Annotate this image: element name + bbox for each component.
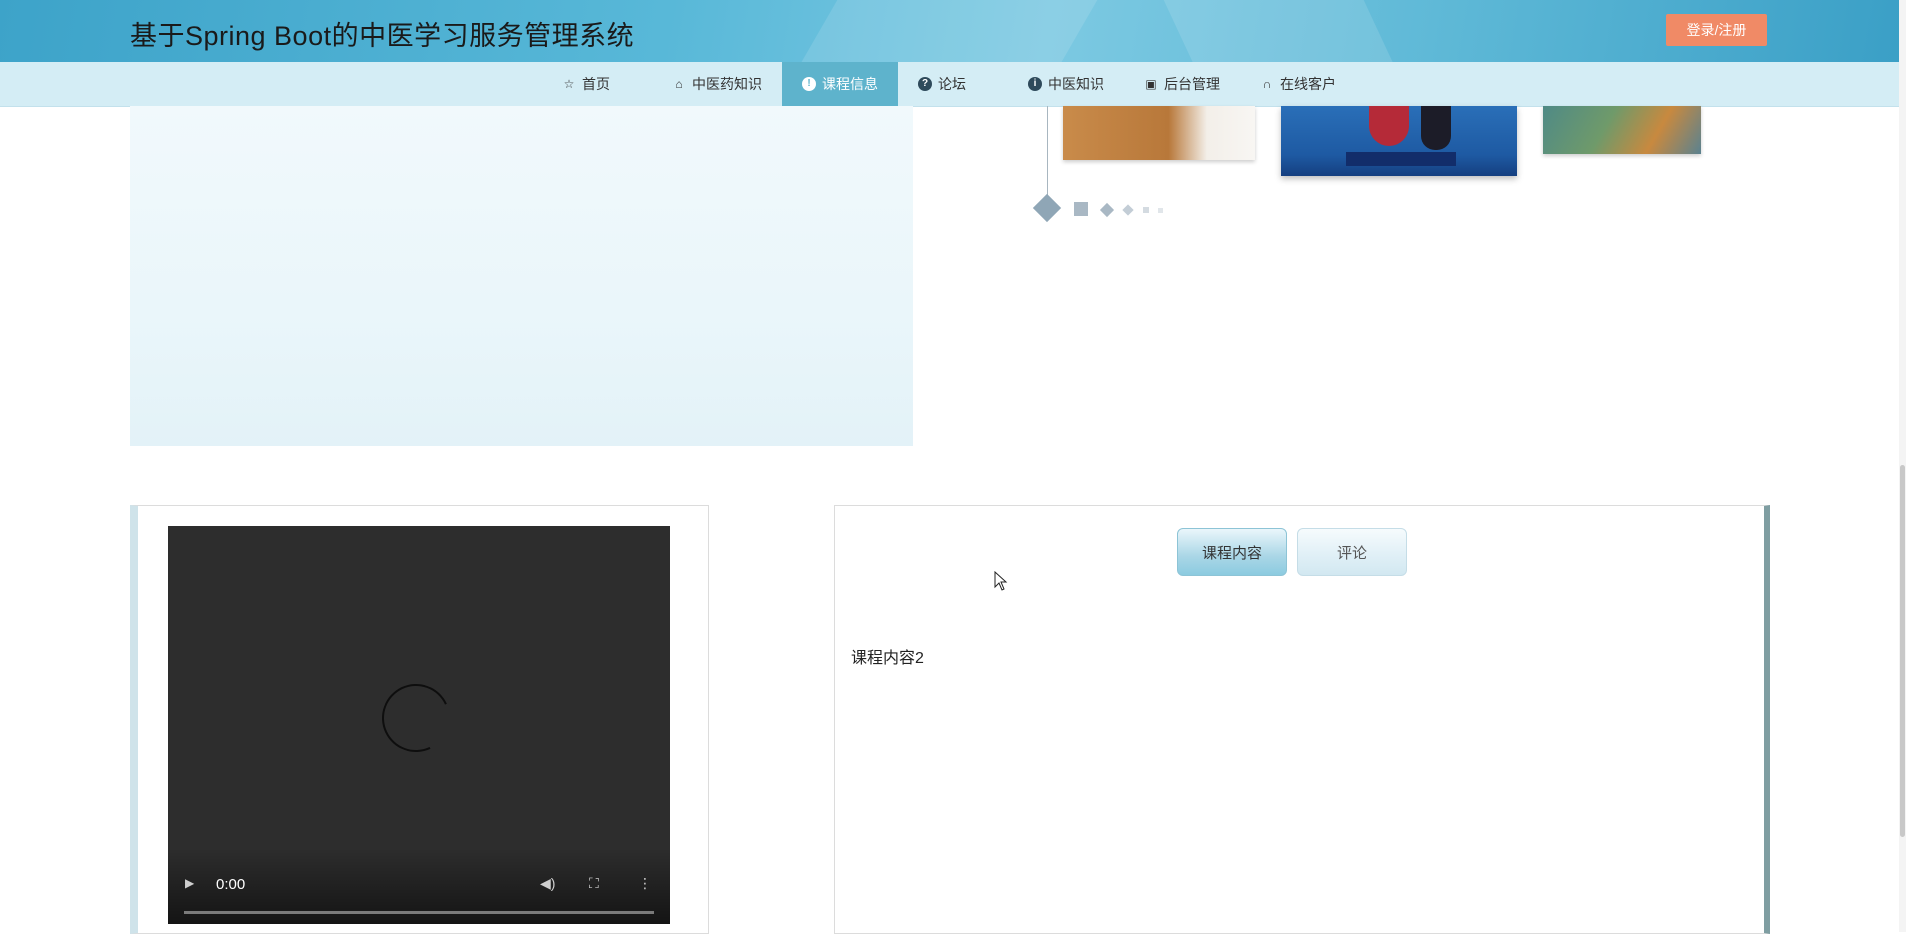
main-nav: ☆ 首页 ⌂ 中医药知识 ! 课程信息 ? 论坛 i 中医知识 ▣ 后台管理 ∩… [0, 62, 1906, 107]
video-controls: ▶ 0:00 ◀) ⛶ ⋮ [168, 848, 670, 924]
nav-item-label: 后台管理 [1164, 76, 1220, 92]
carousel-dot[interactable] [1099, 202, 1115, 218]
briefcase-icon: ▣ [1145, 77, 1157, 91]
nav-item-course-info[interactable]: ! 课程信息 [782, 62, 898, 106]
course-cover-panel [130, 106, 913, 446]
site-header: 基于Spring Boot的中医学习服务管理系统 登录/注册 [0, 0, 1906, 62]
loading-spinner-icon [372, 674, 460, 762]
page-scrollbar-thumb[interactable] [1900, 465, 1905, 837]
question-icon: ? [918, 77, 932, 91]
carousel-dot[interactable] [1143, 207, 1149, 213]
carousel-image[interactable] [1281, 106, 1517, 176]
headset-icon: ∩ [1262, 77, 1272, 91]
carousel-divider [1047, 106, 1048, 198]
course-content-text: 课程内容2 [851, 650, 924, 667]
carousel-image[interactable] [1543, 106, 1701, 154]
nav-item-chinese-medicine[interactable]: i 中医知识 [1028, 62, 1104, 106]
image-figure [1369, 106, 1409, 146]
star-icon: ☆ [563, 77, 575, 91]
nav-item-forum[interactable]: ? 论坛 [918, 62, 966, 106]
nav-item-label: 课程信息 [822, 76, 878, 92]
video-progress-bar[interactable] [184, 911, 654, 914]
nav-item-online-service[interactable]: ∩ 在线客户 [1260, 62, 1336, 106]
video-player[interactable]: ▶ 0:00 ◀) ⛶ ⋮ [168, 526, 670, 924]
nav-item-label: 在线客户 [1280, 76, 1336, 92]
carousel-dot[interactable] [1122, 204, 1134, 216]
nav-item-label: 论坛 [938, 76, 966, 92]
info-icon: ! [802, 77, 816, 91]
header-decoration [785, 0, 1115, 62]
image-band [1346, 152, 1456, 166]
nav-item-admin[interactable]: ▣ 后台管理 [1144, 62, 1220, 106]
image-figure [1421, 106, 1451, 150]
bag-icon: ⌂ [675, 77, 683, 91]
tab-course-content[interactable]: 课程内容 [1177, 528, 1287, 576]
fullscreen-icon[interactable]: ⛶ [589, 875, 599, 892]
login-register-button[interactable]: 登录/注册 [1666, 14, 1767, 46]
course-content-card: 课程内容 评论 课程内容2 [834, 505, 1770, 934]
nav-item-label: 首页 [582, 76, 610, 92]
nav-item-tcm-knowledge[interactable]: ⌂ 中医药知识 [672, 62, 762, 106]
image-carousel [1030, 106, 1760, 226]
nav-item-label: 中医知识 [1048, 76, 1104, 92]
volume-icon[interactable]: ◀) [540, 875, 555, 892]
carousel-dot[interactable] [1158, 208, 1163, 213]
info-icon: i [1028, 77, 1042, 91]
site-title: 基于Spring Boot的中医学习服务管理系统 [130, 21, 635, 51]
carousel-diamond-icon[interactable] [1032, 193, 1062, 223]
video-time: 0:00 [216, 876, 246, 893]
header-decoration [1154, 0, 1406, 62]
nav-item-label: 中医药知识 [692, 76, 762, 92]
nav-item-home[interactable]: ☆ 首页 [562, 62, 610, 106]
play-icon[interactable]: ▶ [185, 876, 194, 890]
carousel-dot[interactable] [1074, 202, 1088, 216]
carousel-image[interactable] [1063, 106, 1255, 160]
tab-comments[interactable]: 评论 [1297, 528, 1407, 576]
more-options-icon[interactable]: ⋮ [638, 875, 652, 892]
mouse-pointer-icon [994, 571, 1008, 591]
